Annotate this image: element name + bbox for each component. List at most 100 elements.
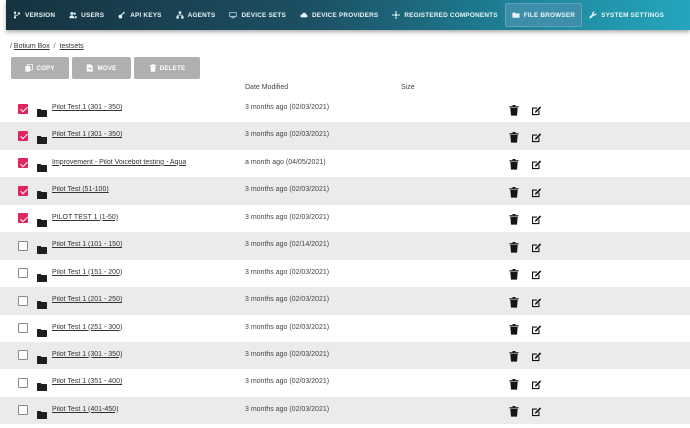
row-edit-icon[interactable] [531, 157, 542, 170]
row-checkbox[interactable] [18, 130, 28, 141]
row-checkbox[interactable] [18, 377, 28, 388]
folder-icon [37, 241, 47, 255]
row-checkbox[interactable] [18, 240, 28, 251]
folder-icon [37, 186, 47, 200]
row-edit-icon[interactable] [531, 322, 542, 335]
file-row: Pilot Test (51-100) 3 months ago (02/03/… [0, 177, 690, 205]
row-checkbox[interactable] [18, 295, 28, 306]
folder-name-link[interactable]: Pilot Test (51-100) [52, 186, 109, 193]
wrench-icon [589, 11, 597, 19]
row-delete-icon[interactable] [509, 185, 519, 198]
row-checkbox[interactable] [18, 103, 28, 114]
row-delete-icon[interactable] [509, 349, 519, 363]
row-edit-icon[interactable] [531, 404, 542, 417]
nav-agents[interactable]: AGENTS [169, 3, 223, 27]
folder-name-link[interactable]: Pilot Test 1 (351 - 400) [52, 378, 122, 385]
users-icon [69, 11, 77, 19]
row-delete-icon[interactable] [509, 322, 519, 335]
folder-name-link[interactable]: Pilot Test 1 (401-450) [52, 406, 118, 413]
folder-icon [37, 406, 47, 419]
row-delete-icon[interactable] [509, 267, 519, 280]
folder-name-link[interactable]: Pilot Test 1 (301 - 350) [52, 131, 122, 138]
file-browser-icon [512, 11, 520, 19]
row-delete-icon[interactable] [509, 130, 519, 143]
row-checkbox[interactable] [18, 268, 28, 279]
row-checkbox[interactable] [18, 158, 28, 169]
file-row: Pilot Test 1 (351 - 400) 3 months ago (0… [0, 369, 690, 396]
row-edit-icon[interactable] [531, 267, 542, 280]
nav-device-providers-label: DEVICE PROVIDERS [311, 11, 379, 19]
version-icon [13, 11, 21, 19]
breadcrumb-root: / [10, 43, 12, 50]
folder-icon [37, 214, 47, 227]
breadcrumb-link-botium-box[interactable]: Botium Box [14, 43, 50, 50]
folder-name-link[interactable]: Improvement - Pilot Voicebot testing - A… [52, 159, 186, 166]
breadcrumb-link-testsets[interactable]: testsets [60, 43, 84, 50]
row-checkbox[interactable] [18, 213, 28, 224]
folder-icon [37, 159, 47, 172]
folder-icon [37, 269, 47, 282]
nav-users[interactable]: USERS [62, 3, 111, 27]
nav-api-keys-label: API KEYS [130, 11, 162, 19]
row-delete-icon[interactable] [509, 212, 519, 225]
nav-system-settings[interactable]: SYSTEM SETTINGS [582, 3, 671, 27]
row-delete-icon[interactable] [509, 377, 519, 390]
nav-api-keys[interactable]: API KEYS [111, 3, 168, 27]
column-header-date-modified[interactable]: Date Modified [245, 84, 288, 91]
folder-name-link[interactable]: Pilot Test 1 (301 - 350) [52, 104, 122, 111]
date-modified: 3 months ago (02/03/2021) [245, 186, 330, 194]
row-edit-icon[interactable] [531, 295, 542, 307]
device-sets-icon [229, 11, 238, 19]
date-modified: 3 months ago (02/03/2021) [245, 378, 330, 386]
nav-device-providers[interactable]: DEVICE PROVIDERS [293, 3, 385, 27]
agents-icon [176, 11, 184, 19]
row-delete-icon[interactable] [509, 295, 519, 308]
row-delete-icon[interactable] [509, 240, 519, 253]
file-list: Pilot Test 1 (301 - 350) 3 months ago (0… [0, 95, 690, 425]
copy-icon [25, 64, 34, 72]
date-modified: 3 months ago (02/03/2021) [245, 405, 330, 413]
folder-name-link[interactable]: Pilot Test 1 (151 - 200) [52, 269, 122, 276]
date-modified: 3 months ago (02/03/2021) [245, 131, 330, 139]
folder-icon [37, 296, 47, 310]
move-button[interactable]: MOVE [72, 57, 131, 79]
folder-icon [37, 324, 47, 337]
copy-button[interactable]: COPY [11, 57, 69, 79]
row-edit-icon[interactable] [531, 377, 542, 389]
nav-system-settings-label: SYSTEM SETTINGS [601, 11, 665, 19]
row-checkbox[interactable] [18, 185, 28, 196]
folder-name-link[interactable]: Pilot Test 1 (101 - 150) [52, 241, 122, 248]
move-file-icon [87, 64, 94, 72]
row-edit-icon[interactable] [531, 103, 542, 115]
row-checkbox[interactable] [18, 323, 28, 333]
folder-name-link[interactable]: Pilot Test 1 (251 - 300) [52, 324, 122, 331]
file-row: Improvement - Pilot Voicebot testing - A… [0, 150, 690, 177]
delete-button-label: DELETE [159, 64, 186, 72]
row-edit-icon[interactable] [531, 349, 542, 362]
nav-file-browser[interactable]: FILE BROWSER [504, 3, 583, 27]
row-checkbox[interactable] [18, 405, 28, 416]
column-header-size[interactable]: Size [401, 84, 415, 91]
row-edit-icon[interactable] [531, 130, 542, 143]
row-delete-icon[interactable] [509, 157, 519, 170]
date-modified: 3 months ago (02/03/2021) [245, 268, 330, 276]
nav-device-sets[interactable]: DEVICE SETS [222, 3, 292, 27]
nav-device-sets-label: DEVICE SETS [241, 11, 286, 19]
row-checkbox[interactable] [18, 350, 28, 361]
folder-icon [37, 351, 47, 364]
nav-version[interactable]: VERSION [6, 3, 62, 27]
date-modified: 3 months ago (02/03/2021) [245, 104, 330, 111]
delete-button[interactable]: DELETE [134, 57, 200, 79]
row-edit-icon[interactable] [531, 240, 542, 252]
file-row: Pilot Test 1 (151 - 200) 3 months ago (0… [0, 260, 690, 287]
folder-name-link[interactable]: Pilot Test 1 (201 - 250) [52, 296, 122, 303]
row-edit-icon[interactable] [531, 185, 542, 197]
folder-name-link[interactable]: Pilot Test 1 (301 - 350) [52, 351, 122, 358]
folder-name-link[interactable]: PILOT TEST 1 (1-50) [52, 214, 118, 221]
nav-registered-components[interactable]: REGISTERED COMPONENTS [385, 3, 504, 27]
row-edit-icon[interactable] [531, 212, 542, 225]
row-delete-icon[interactable] [509, 103, 519, 116]
date-modified: 3 months ago (02/03/2021) [245, 323, 330, 331]
row-delete-icon[interactable] [509, 404, 519, 417]
file-toolbar: COPY MOVE DELETE [11, 57, 200, 79]
